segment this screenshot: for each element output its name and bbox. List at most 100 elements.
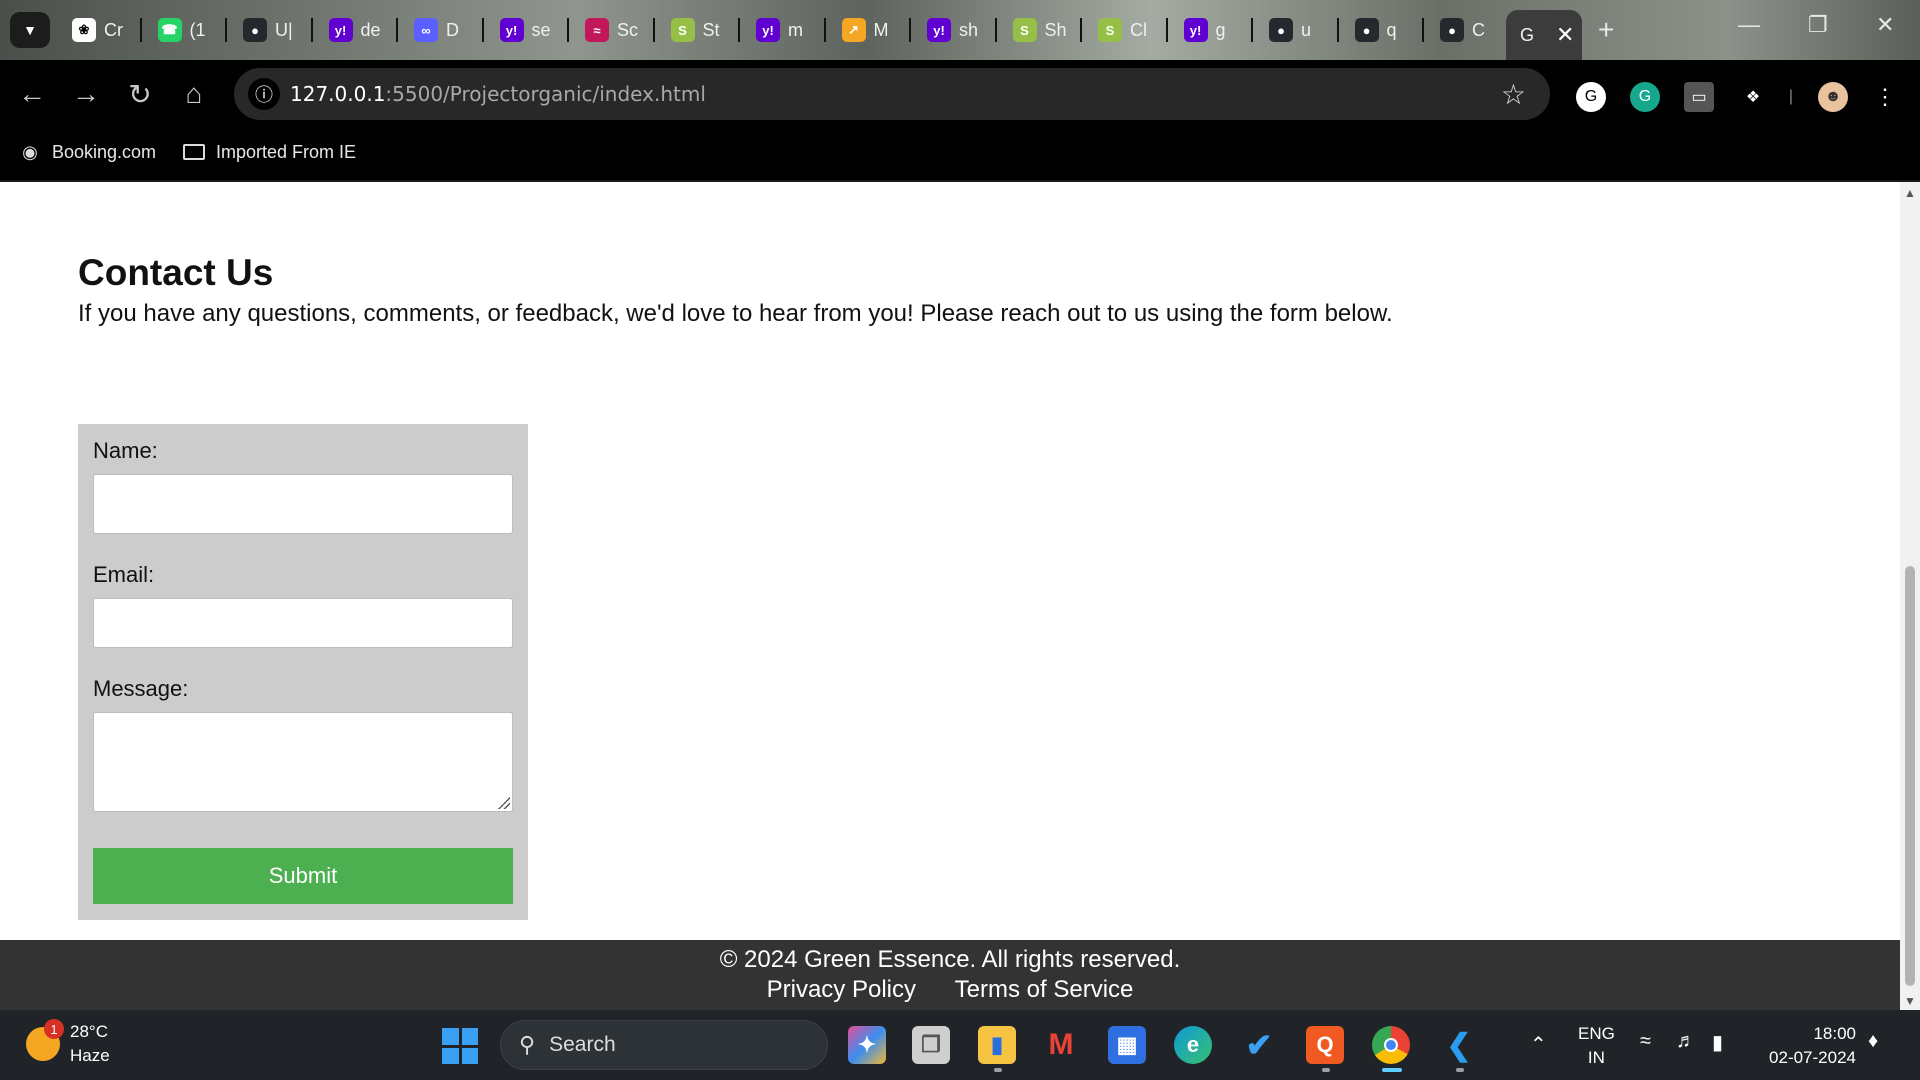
wifi-icon[interactable]: ≈ [1640, 1030, 1651, 1053]
url-text[interactable]: 127.0.0.1:5500/Projectorganic/index.html [290, 82, 706, 106]
chevron-up-icon[interactable]: ⌃ [1530, 1032, 1547, 1057]
tab-separator [1336, 18, 1339, 42]
folder-icon [182, 140, 206, 164]
tab-title: u [1301, 19, 1312, 40]
volume-icon[interactable]: ♬ [1676, 1030, 1696, 1053]
profile-avatar[interactable]: ☻ [1818, 82, 1848, 112]
tab-separator [909, 18, 911, 42]
taskbar-search[interactable]: ⚲ Search [500, 1020, 828, 1070]
new-tab-button[interactable]: + [1598, 14, 1614, 46]
yahoo-icon: y! [499, 18, 524, 42]
copilot-icon[interactable]: ✦ [848, 1026, 886, 1064]
notification-bell-icon[interactable]: ♦ [1868, 1030, 1878, 1053]
back-icon[interactable]: ← [14, 78, 50, 110]
tab-14[interactable]: ● u [1257, 12, 1339, 48]
calendar-icon[interactable]: ▦ [1108, 1026, 1146, 1064]
start-button[interactable] [442, 1028, 478, 1064]
page-footer: © 2024 Green Essence. All rights reserve… [0, 940, 1900, 1010]
terms-of-service-link[interactable]: Terms of Service [955, 976, 1134, 1003]
message-label: Message: [93, 676, 189, 701]
bookmark-folder-imported[interactable]: Imported From IE [182, 140, 356, 164]
tab-10[interactable]: y! sh [915, 12, 997, 48]
tab-5[interactable]: y! se [488, 12, 570, 48]
github-icon: ● [1440, 18, 1464, 42]
vscode-icon[interactable]: ❮ [1440, 1026, 1478, 1064]
chrome-icon[interactable] [1372, 1026, 1410, 1064]
site-info-icon[interactable]: ⓘ [248, 78, 280, 110]
submit-button[interactable]: Submit [93, 848, 513, 904]
home-icon[interactable]: ⌂ [176, 78, 212, 110]
clock-time: 18:00 [1813, 1024, 1856, 1043]
menu-kebab-icon[interactable]: ⋮ [1870, 82, 1900, 112]
clock[interactable]: 18:00 02-07-2024 [1760, 1022, 1856, 1070]
tab-13[interactable]: y! g [1172, 12, 1254, 48]
extensions-puzzle-icon[interactable]: ❖ [1738, 82, 1768, 112]
tab-separator [225, 18, 227, 42]
extension-translate-icon[interactable]: G [1576, 82, 1606, 112]
tab-12[interactable]: S Cl [1086, 12, 1168, 48]
email-field[interactable] [93, 598, 513, 648]
file-explorer-icon[interactable]: ▮ [978, 1026, 1016, 1064]
todo-checkmark-icon[interactable]: ✔ [1240, 1026, 1278, 1064]
shopify-icon: S [1012, 18, 1037, 42]
tab-2[interactable]: ● U| [231, 12, 313, 48]
forward-icon[interactable]: → [68, 78, 104, 110]
task-view-icon[interactable]: ❐ [912, 1026, 950, 1064]
privacy-policy-link[interactable]: Privacy Policy [767, 976, 916, 1003]
tab-search-button[interactable]: ▼ [10, 12, 50, 48]
name-field[interactable] [93, 474, 513, 534]
tab-6[interactable]: ≈ Sc [573, 12, 655, 48]
tab-16[interactable]: ● C [1428, 12, 1510, 48]
scroll-up-icon[interactable]: ▲ [1904, 186, 1916, 200]
close-icon[interactable]: ✕ [1556, 22, 1574, 48]
tab-0[interactable]: ❀ Cr [60, 12, 142, 48]
weather-widget[interactable]: 1 28°C Haze [26, 1019, 110, 1068]
tab-title: m [788, 19, 803, 40]
intro-text: If you have any questions, comments, or … [78, 300, 1393, 327]
gmail-icon[interactable]: M [1042, 1026, 1080, 1064]
search-label: Search [549, 1033, 616, 1056]
tab-7[interactable]: S St [659, 12, 741, 48]
tab-title: de [360, 19, 381, 40]
grammarly-icon[interactable]: G [1630, 82, 1660, 112]
edge-browser-icon[interactable]: e [1174, 1026, 1212, 1064]
reload-icon[interactable]: ↻ [122, 78, 158, 111]
tab-1[interactable]: ☎ (1 [146, 12, 228, 48]
page-viewport: Contact Us If you have any questions, co… [0, 180, 1920, 1010]
windows-taskbar: 1 28°C Haze ⚲ Search ✦ ❐ ▮ M ▦ e ✔ Q ❮ ⌃… [0, 1010, 1920, 1080]
close-window-icon[interactable]: ✕ [1876, 12, 1894, 38]
address-bar[interactable]: ⓘ 127.0.0.1:5500/Projectorganic/index.ht… [234, 68, 1550, 120]
tab-separator [396, 18, 398, 42]
scroll-thumb[interactable] [1905, 566, 1915, 986]
battery-icon[interactable]: ▮ [1712, 1030, 1723, 1055]
scroll-down-icon[interactable]: ▼ [1904, 994, 1916, 1008]
toolbar-divider: | [1788, 88, 1794, 105]
bookmark-star-icon[interactable]: ☆ [1501, 78, 1526, 111]
bookmark-booking[interactable]: ◉ Booking.com [18, 140, 156, 164]
tab-11[interactable]: S Sh [1001, 12, 1083, 48]
reading-list-icon[interactable]: ▭ [1684, 82, 1714, 112]
windows-logo-tile [442, 1028, 459, 1045]
resize-grip-icon[interactable] [498, 797, 510, 809]
tab-3[interactable]: y! de [317, 12, 399, 48]
tab-separator [139, 18, 142, 42]
tab-8[interactable]: y! m [744, 12, 826, 48]
windows-logo-tile [461, 1047, 478, 1064]
tab-title: Cr [104, 19, 123, 40]
qnotes-app-icon[interactable]: Q [1306, 1026, 1344, 1064]
globe-icon: ◉ [22, 141, 38, 162]
shopify-icon: S [670, 18, 695, 42]
tab-active[interactable]: G ✕ [1506, 10, 1582, 60]
restore-icon[interactable]: ❐ [1808, 12, 1828, 38]
contact-form: Name: Email: Message: Submit [78, 424, 528, 920]
language-indicator[interactable]: ENG IN [1578, 1022, 1615, 1070]
tab-9[interactable]: ↗ M [830, 12, 912, 48]
page-scrollbar[interactable]: ▲ ▼ [1900, 182, 1920, 1010]
yahoo-icon: y! [756, 18, 780, 42]
tab-15[interactable]: ● q [1343, 12, 1425, 48]
chatgpt-icon: ❀ [72, 18, 96, 42]
tab-title: St [702, 19, 720, 40]
message-textarea[interactable] [93, 712, 513, 812]
minimize-icon[interactable]: — [1738, 12, 1760, 38]
tab-4[interactable]: ∞ D [402, 12, 484, 48]
